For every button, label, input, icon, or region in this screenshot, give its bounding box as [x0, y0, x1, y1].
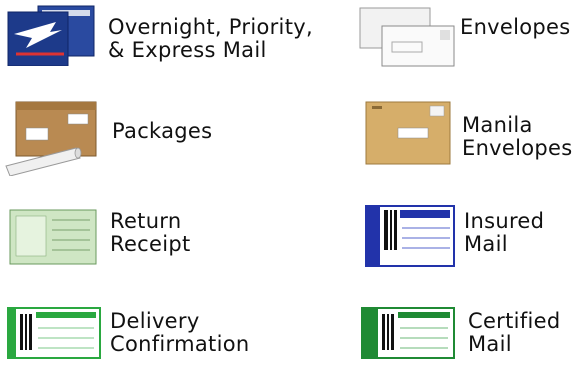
- item-label: Delivery Confirmation: [110, 310, 249, 356]
- white-envelopes-icon: [356, 2, 456, 68]
- green-receipt-card-icon: [8, 206, 98, 268]
- label-line-1: Manila: [462, 113, 533, 137]
- label-line-2: Confirmation: [110, 332, 250, 356]
- item-label: Envelopes: [460, 16, 571, 39]
- cardboard-box-tube-icon: [4, 96, 108, 176]
- insured-mail-form-icon: [364, 204, 456, 268]
- certified-mail-label-icon: [360, 306, 456, 362]
- item-label: Certified Mail: [468, 310, 560, 356]
- label-line-1: Return: [110, 209, 182, 233]
- label-line-2: & Express Mail: [108, 38, 267, 62]
- manila-envelope-icon: [364, 98, 454, 168]
- item-overnight-priority-express[interactable]: Overnight, Priority, & Express Mail: [0, 0, 340, 80]
- label-line-1: Overnight, Priority,: [108, 15, 313, 39]
- label-line-2: Mail: [468, 332, 512, 356]
- item-insured-mail[interactable]: Insured Mail: [350, 196, 582, 276]
- item-label: Packages: [112, 120, 212, 143]
- item-label: Return Receipt: [110, 210, 191, 256]
- item-label: Overnight, Priority, & Express Mail: [108, 16, 313, 62]
- item-return-receipt[interactable]: Return Receipt: [0, 196, 340, 276]
- item-packages[interactable]: Packages: [0, 90, 340, 180]
- delivery-confirmation-label-icon: [6, 306, 102, 362]
- label-line-1: Certified: [468, 309, 561, 333]
- item-label: Insured Mail: [464, 210, 544, 256]
- label-line-1: Packages: [112, 119, 213, 143]
- label-line-1: Envelopes: [460, 15, 571, 39]
- item-envelopes[interactable]: Envelopes: [350, 0, 582, 80]
- label-line-2: Receipt: [110, 232, 191, 256]
- item-manila-envelopes[interactable]: Manila Envelopes: [350, 90, 582, 180]
- label-line-2: Mail: [464, 232, 508, 256]
- item-delivery-confirmation[interactable]: Delivery Confirmation: [0, 296, 340, 366]
- item-certified-mail[interactable]: Certified Mail: [350, 296, 582, 366]
- usps-eagle-boxes-icon: [6, 4, 96, 66]
- item-label: Manila Envelopes: [462, 114, 573, 160]
- label-line-2: Envelopes: [462, 136, 573, 160]
- label-line-1: Insured: [464, 209, 545, 233]
- label-line-1: Delivery: [110, 309, 200, 333]
